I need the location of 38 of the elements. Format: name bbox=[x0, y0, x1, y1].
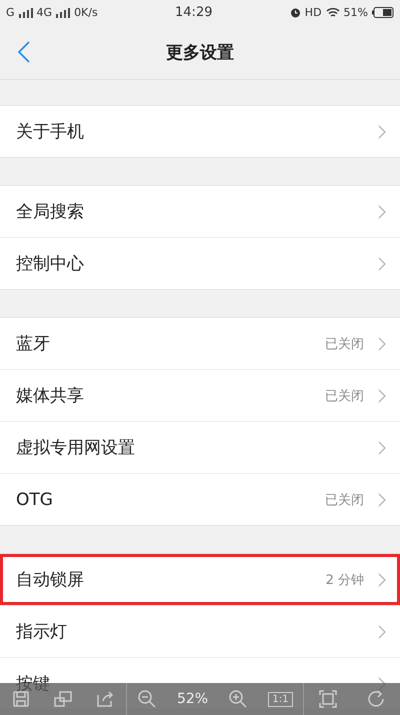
network-speed: 0K/s bbox=[74, 6, 98, 19]
battery-icon bbox=[372, 7, 394, 18]
settings-row[interactable]: 关于手机 bbox=[0, 106, 400, 157]
resize-icon[interactable] bbox=[52, 689, 73, 709]
settings-row[interactable]: 媒体共享 已关闭 bbox=[0, 369, 400, 421]
settings-row[interactable]: 指示灯 bbox=[0, 605, 400, 657]
chevron-icon bbox=[378, 204, 386, 218]
chevron-icon bbox=[378, 492, 386, 506]
back-icon[interactable] bbox=[18, 41, 30, 63]
signal-icon bbox=[18, 8, 33, 18]
chevron-icon bbox=[378, 440, 386, 454]
chevron-icon bbox=[378, 624, 386, 638]
hd-label: HD bbox=[304, 6, 322, 19]
page-title: 更多设置 bbox=[166, 42, 234, 64]
chevron-icon bbox=[378, 572, 386, 586]
alarm-icon bbox=[290, 7, 301, 18]
zoom-level: 52% bbox=[176, 691, 208, 707]
settings-row[interactable]: 蓝牙 已关闭 bbox=[0, 318, 400, 369]
carrier-label: G bbox=[6, 6, 15, 19]
chevron-icon bbox=[378, 336, 386, 350]
highlighted-settings-row[interactable]: 自动锁屏 2 分钟 bbox=[0, 554, 400, 605]
rotate-icon[interactable] bbox=[366, 689, 386, 709]
chevron-icon bbox=[378, 124, 386, 138]
share-icon[interactable] bbox=[94, 689, 115, 709]
settings-row[interactable]: 虚拟专用网设置 bbox=[0, 421, 400, 473]
chevron-icon bbox=[378, 388, 386, 402]
signal-icon bbox=[56, 8, 70, 18]
wifi-icon bbox=[326, 7, 340, 18]
settings-row[interactable]: 控制中心 bbox=[0, 237, 400, 289]
battery-percent: 51% bbox=[344, 6, 368, 19]
carrier-label: 4G bbox=[36, 6, 52, 19]
settings-row[interactable]: OTG 已关闭 bbox=[0, 473, 400, 525]
clock: 14:29 bbox=[175, 5, 212, 20]
chevron-icon bbox=[378, 256, 386, 270]
zoom-out-icon[interactable] bbox=[136, 689, 157, 709]
zoom-in-icon[interactable] bbox=[228, 689, 248, 709]
fit-screen-icon[interactable] bbox=[318, 689, 338, 709]
settings-row[interactable]: 全局搜索 bbox=[0, 186, 400, 237]
